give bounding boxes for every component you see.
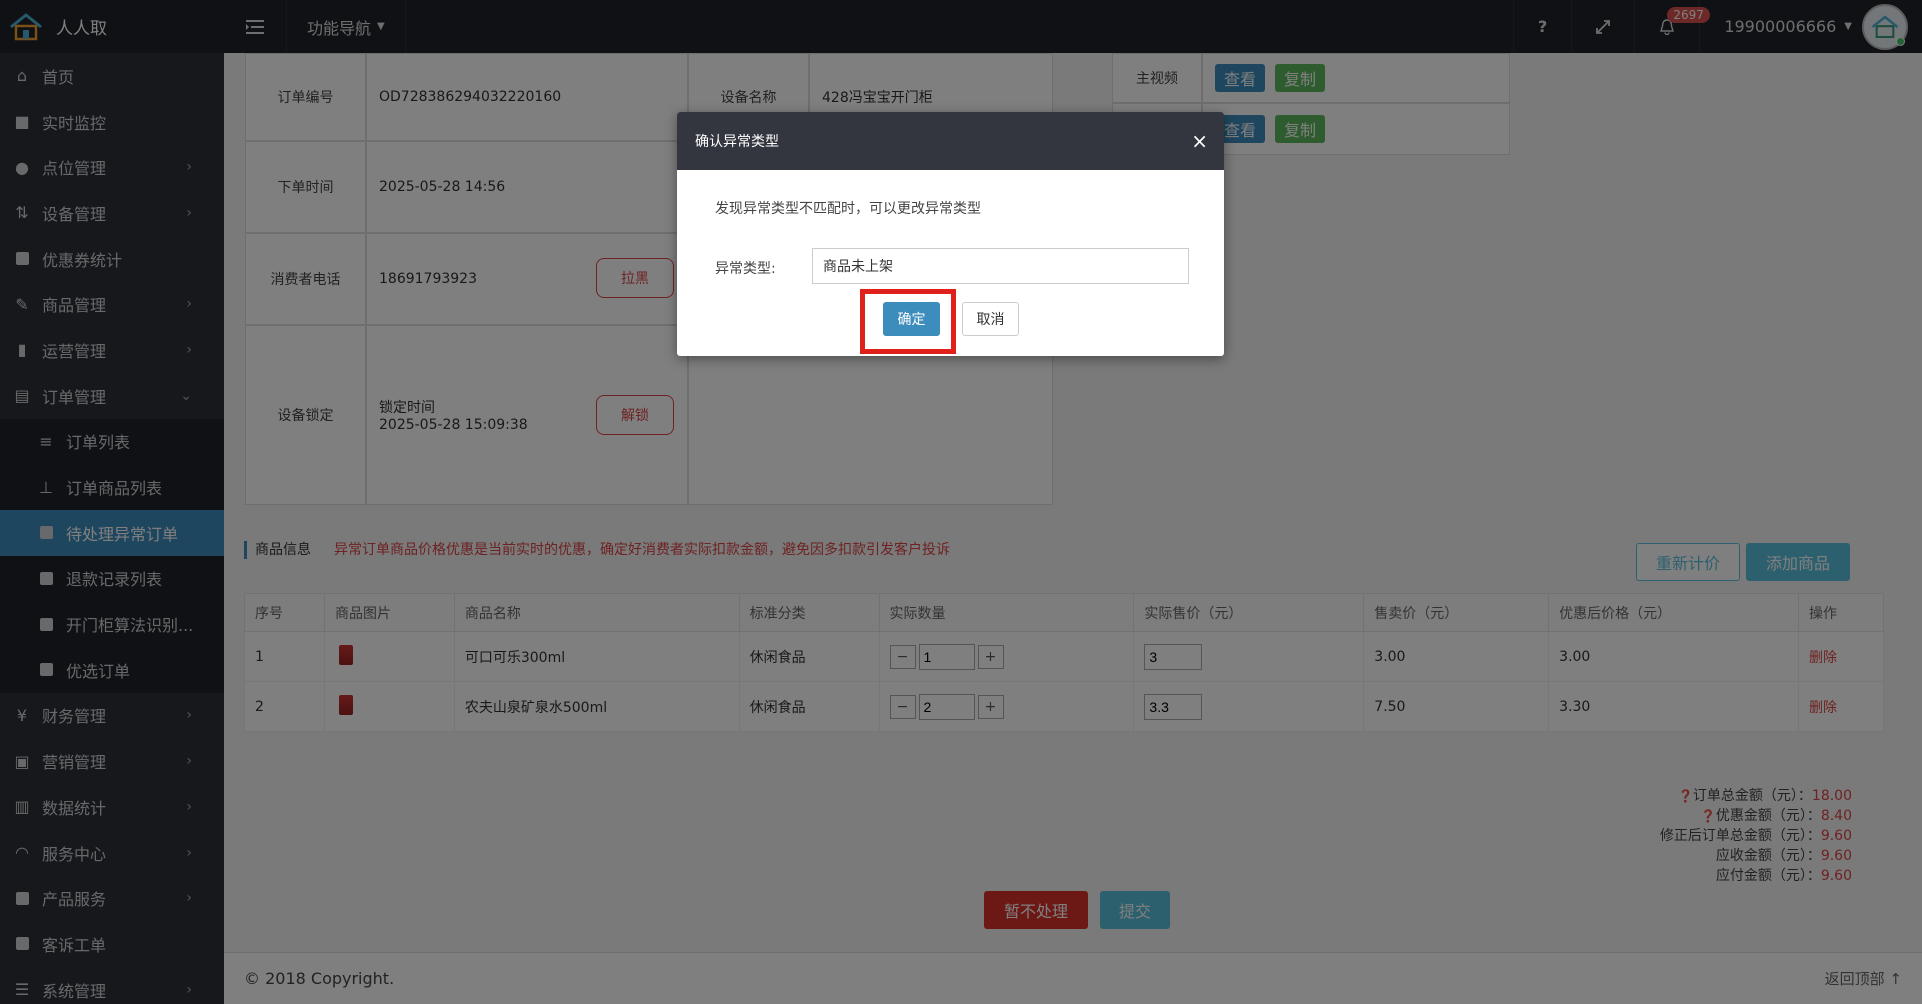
app-root: 人人取 功能导航 ▼ ? 2697 19900006666 ▼ — [0, 0, 1922, 1004]
modal-close-button[interactable]: × — [1191, 131, 1208, 151]
exception-type-label: 异常类型: — [715, 261, 776, 277]
confirm-button[interactable]: 确定 — [883, 302, 940, 336]
confirm-exception-type-modal: 确认异常类型 × 发现异常类型不匹配时，可以更改异常类型 异常类型: 商品未上架… — [677, 112, 1224, 356]
exception-type-input[interactable]: 商品未上架 — [812, 248, 1189, 284]
cancel-button[interactable]: 取消 — [962, 302, 1019, 336]
exception-type-value: 商品未上架 — [823, 259, 893, 275]
modal-tip: 发现异常类型不匹配时，可以更改异常类型 — [715, 201, 981, 217]
modal-header: 确认异常类型 × — [677, 112, 1224, 170]
modal-title: 确认异常类型 — [695, 134, 779, 150]
